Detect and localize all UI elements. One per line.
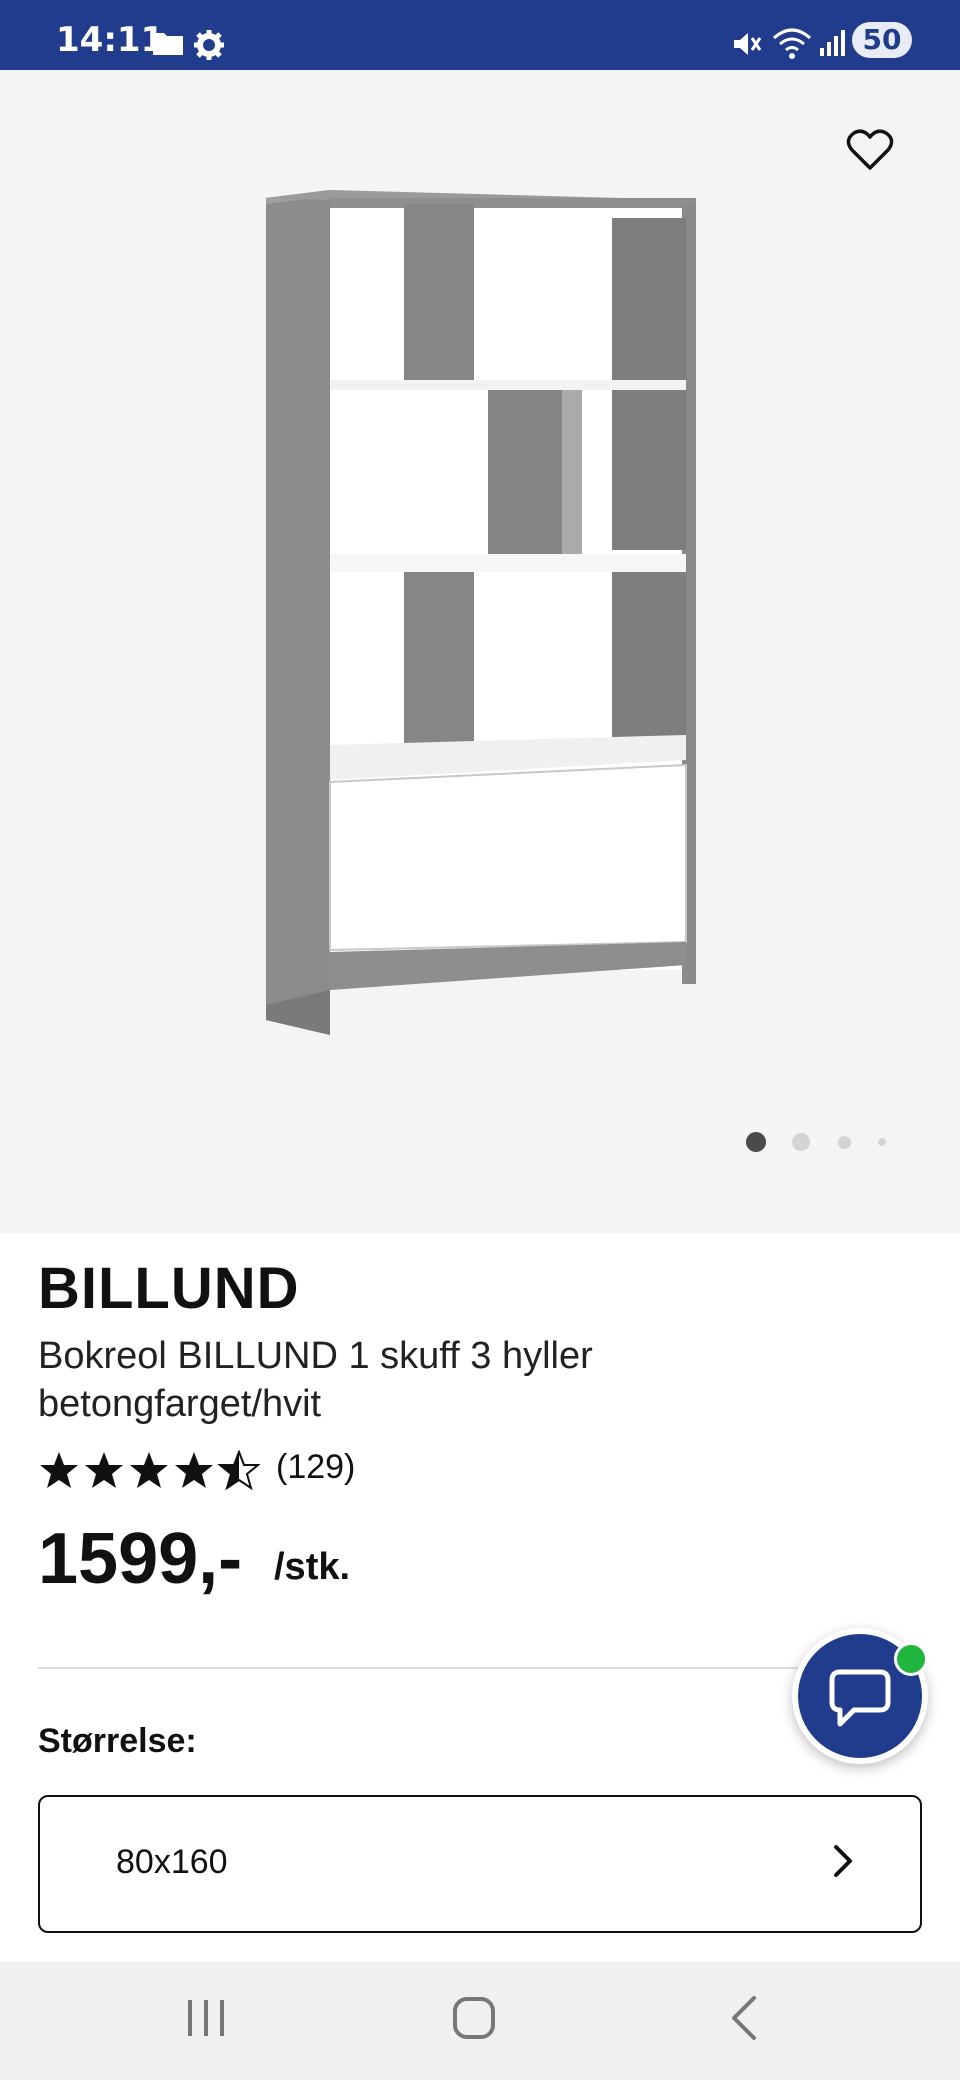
system-navigation-bar: [0, 1962, 960, 2080]
product-description: Bokreol BILLUND 1 skuff 3 hyller betongf…: [38, 1335, 593, 1425]
status-time: 14:11: [56, 20, 165, 60]
battery-indicator: 50: [852, 22, 912, 58]
folder-icon: [153, 33, 183, 55]
mute-icon: [734, 33, 762, 55]
signal-icon: [820, 30, 845, 56]
recent-apps-icon[interactable]: [184, 1994, 228, 2042]
rating-stars-icon: [40, 1451, 259, 1489]
size-label: Størrelse:: [38, 1722, 197, 1760]
status-bar: 14:11 50: [0, 0, 960, 70]
product-image-carousel[interactable]: [0, 70, 960, 1233]
price-unit: /stk.: [274, 1546, 351, 1588]
product-price: 1599,-: [38, 1519, 243, 1599]
online-status-dot: [894, 1642, 928, 1676]
price-row: 1599,- /stk.: [38, 1518, 922, 1608]
carousel-dot[interactable]: [838, 1136, 851, 1149]
chat-bubble-icon: [829, 1669, 891, 1727]
product-info: BILLUND Bokreol BILLUND 1 skuff 3 hyller…: [38, 1255, 922, 1608]
product-rating[interactable]: (129): [38, 1446, 922, 1496]
gear-icon: [194, 30, 224, 60]
carousel-dot[interactable]: [792, 1133, 810, 1151]
bookcase-product-image: [266, 190, 696, 1035]
favorite-heart-icon[interactable]: [846, 128, 894, 172]
divider: [38, 1667, 922, 1669]
chevron-right-icon: [834, 1845, 852, 1877]
wifi-icon: [773, 28, 811, 59]
carousel-dot-active[interactable]: [746, 1132, 766, 1152]
size-value: 80x160: [116, 1843, 228, 1881]
chat-button[interactable]: [792, 1628, 928, 1764]
rating-count: (129): [276, 1448, 356, 1486]
back-icon[interactable]: [726, 1994, 762, 2042]
product-brand: BILLUND: [38, 1256, 300, 1321]
home-icon[interactable]: [452, 1994, 496, 2042]
size-selector[interactable]: 80x160: [38, 1795, 922, 1933]
carousel-dot[interactable]: [878, 1138, 886, 1146]
